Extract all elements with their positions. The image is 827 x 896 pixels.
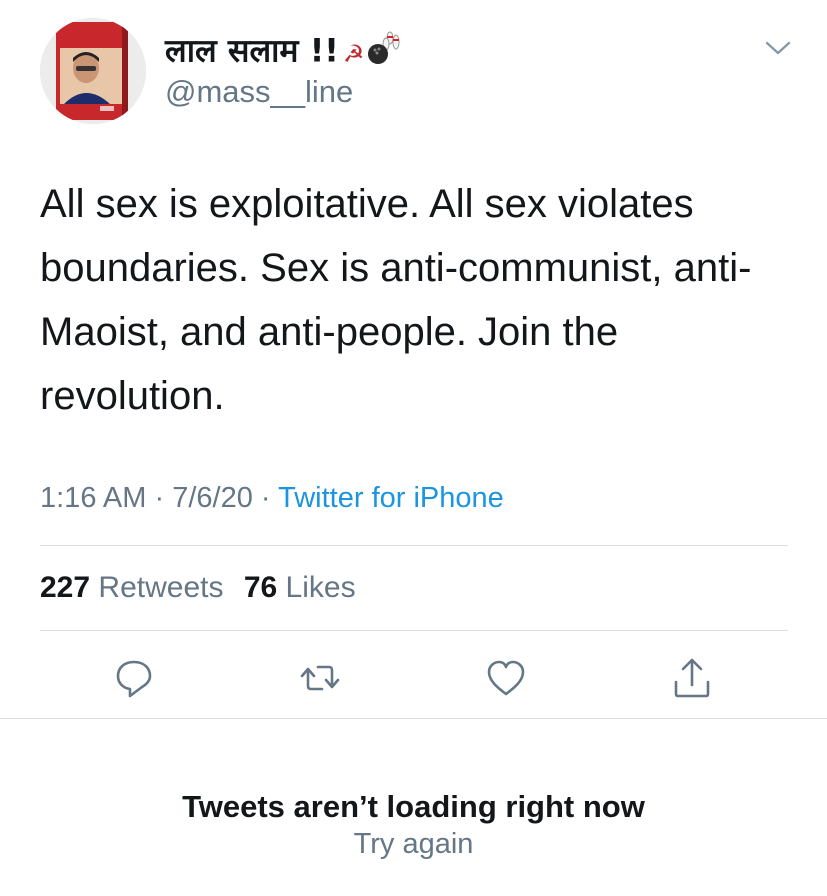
avatar-image — [40, 18, 146, 124]
divider — [40, 545, 788, 546]
likes-label: Likes — [285, 571, 356, 604]
divider — [40, 630, 788, 631]
reply-button[interactable] — [112, 656, 156, 700]
display-name-text: लाल सलाम !! — [165, 31, 339, 70]
divider — [0, 718, 827, 719]
tweet-time[interactable]: 1:16 AM — [40, 482, 146, 514]
tweet-stats: 227 Retweets 76 Likes — [40, 566, 368, 610]
retweets-label: Retweets — [98, 571, 224, 604]
user-handle[interactable]: @mass__line — [165, 72, 353, 112]
chevron-down-icon[interactable] — [764, 38, 792, 58]
error-title: Tweets aren’t loading right now — [182, 789, 645, 824]
reply-icon — [116, 660, 152, 698]
meta-separator: · — [154, 482, 165, 514]
bowling-icon — [366, 30, 402, 75]
tweet-text: All sex is exploitative. All sex violate… — [40, 182, 752, 418]
retweets-stat[interactable]: 227 Retweets — [40, 571, 223, 604]
tweet-meta: 1:16 AM · 7/6/20 · Twitter for iPhone — [40, 476, 504, 520]
hammer-and-sickle-icon: ☭ — [342, 39, 365, 68]
likes-count: 76 — [243, 571, 278, 604]
like-button[interactable] — [484, 656, 528, 700]
avatar[interactable] — [40, 18, 146, 124]
tweet-date[interactable]: 7/6/20 — [172, 482, 253, 514]
like-icon — [487, 660, 525, 696]
try-again-button[interactable]: Try again — [354, 828, 474, 860]
retweets-count: 227 — [40, 571, 91, 604]
likes-stat[interactable]: 76 Likes — [244, 571, 356, 604]
retry-container: Try again — [0, 824, 827, 864]
display-name[interactable]: लाल सलाम !! ☭ — [165, 30, 402, 75]
tweet-source-link[interactable]: Twitter for iPhone — [278, 482, 504, 514]
share-icon — [674, 658, 710, 698]
share-button[interactable] — [670, 656, 714, 700]
retweet-icon — [300, 665, 340, 691]
meta-separator: · — [260, 482, 271, 514]
retweet-button[interactable] — [298, 656, 342, 700]
